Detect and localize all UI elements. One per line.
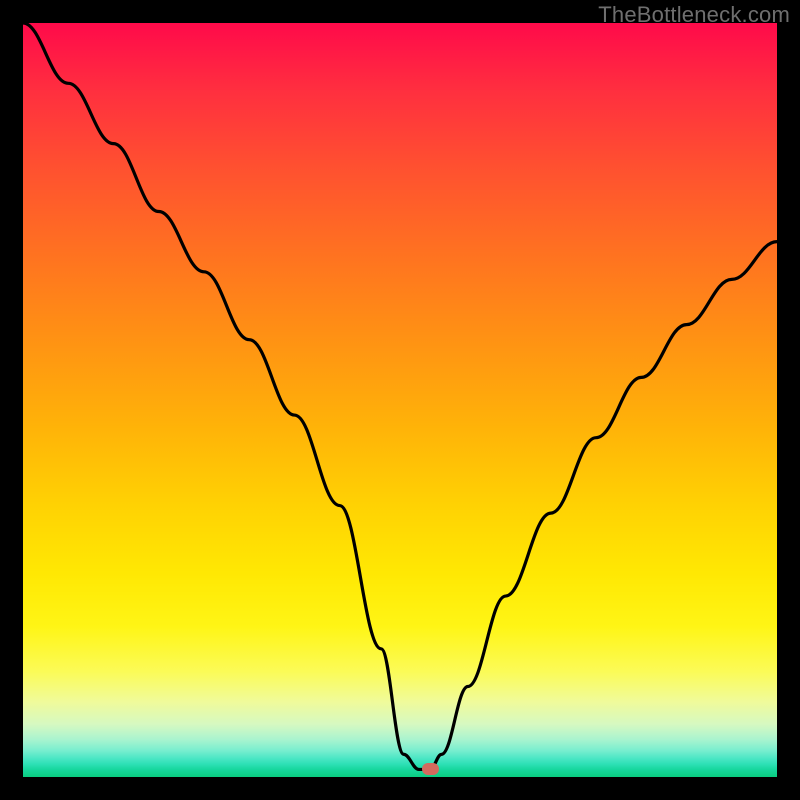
optimum-marker <box>422 763 439 775</box>
chart-frame: TheBottleneck.com <box>0 0 800 800</box>
bottleneck-curve <box>23 23 777 777</box>
plot-area <box>23 23 777 777</box>
watermark-text: TheBottleneck.com <box>598 2 790 28</box>
